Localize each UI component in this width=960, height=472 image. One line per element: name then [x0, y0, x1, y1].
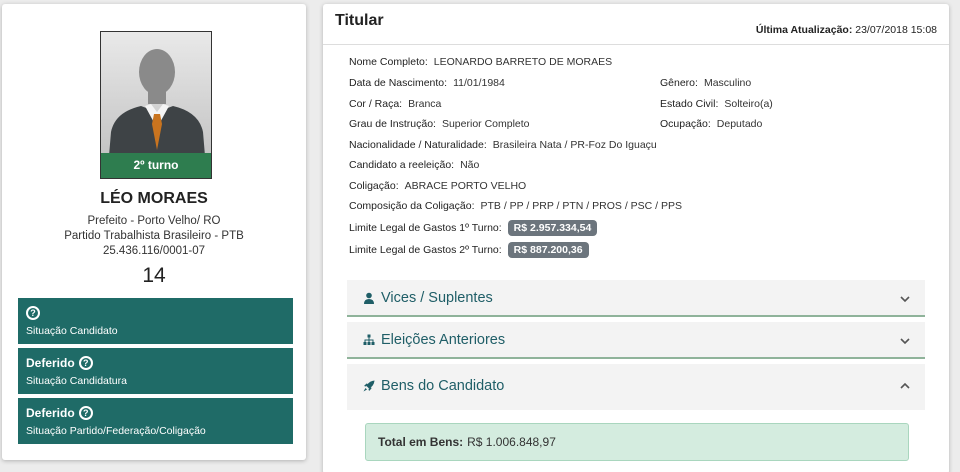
- chevron-down-icon[interactable]: [899, 293, 911, 305]
- accordion-label: Eleições Anteriores: [381, 332, 506, 348]
- accordion-header: Bens do Candidato: [363, 378, 504, 394]
- status-situacao-candidatura: Deferido ? Situação Candidatura: [18, 348, 293, 394]
- field-cor: Cor / Raça: Branca: [349, 98, 441, 110]
- candidate-cnpj: 25.436.116/0001-07: [102, 245, 206, 257]
- field-label: Composição da Coligação:: [349, 200, 475, 212]
- field-value: ABRACE PORTO VELHO: [404, 180, 527, 192]
- status-title: Deferido: [26, 356, 75, 370]
- accordion-header: Eleições Anteriores: [363, 332, 505, 348]
- field-value: LEONARDO BARRETO DE MORAES: [433, 56, 613, 68]
- last-update-value: 23/07/2018 15:08: [855, 24, 937, 36]
- field-value: Deputado: [716, 118, 763, 130]
- status-situacao-candidato: ? Situação Candidato: [18, 298, 293, 344]
- field-coligacao: Coligação: ABRACE PORTO VELHO: [349, 180, 526, 192]
- candidate-photo: 2º turno: [100, 31, 212, 179]
- total-bens-value: R$ 1.006.848,97: [467, 435, 556, 449]
- chevron-down-icon[interactable]: [899, 335, 911, 347]
- field-label: Nome Completo:: [349, 56, 428, 68]
- field-label: Gênero:: [660, 77, 698, 89]
- field-label: Coligação:: [349, 180, 399, 192]
- last-update-label: Última Atualização:: [755, 24, 853, 36]
- field-value: 11/01/1984: [453, 77, 505, 89]
- field-limite-2-turno: Limite Legal de Gastos 2º Turno: R$ 887.2…: [349, 242, 589, 258]
- field-genero: Gênero: Masculino: [660, 77, 751, 89]
- last-update: Última Atualização: 23/07/2018 15:08: [756, 24, 937, 36]
- field-ocupacao: Ocupação: Deputado: [660, 118, 762, 130]
- status-situacao-partido: Deferido ? Situação Partido/Federação/Co…: [18, 398, 293, 444]
- field-value: Brasileira Nata / PR-Foz Do Iguaçu: [492, 139, 657, 151]
- field-estado-civil: Estado Civil: Solteiro(a): [660, 98, 773, 110]
- turno-badge: 2º turno: [101, 153, 211, 178]
- field-instrucao: Grau de Instrução: Superior Completo: [349, 118, 530, 130]
- field-label: Limite Legal de Gastos 2º Turno:: [349, 244, 502, 256]
- field-label: Grau de Instrução:: [349, 118, 436, 130]
- accordion-header: Vices / Suplentes: [363, 290, 493, 306]
- field-label: Ocupação:: [660, 118, 711, 130]
- titular-card: Titular Última Atualização: 23/07/2018 1…: [323, 4, 949, 472]
- money-badge: R$ 2.957.334,54: [507, 220, 598, 236]
- accordion-bens[interactable]: Bens do Candidato: [347, 364, 925, 410]
- field-composicao: Composição da Coligação: PTB / PP / PRP /…: [349, 200, 682, 212]
- field-label: Nacionalidade / Naturalidade:: [349, 139, 487, 151]
- accordion-eleicoes-anteriores[interactable]: Eleições Anteriores: [347, 322, 925, 359]
- field-limite-1-turno: Limite Legal de Gastos 1º Turno: R$ 2.957…: [349, 220, 598, 236]
- field-nascimento: Data de Nascimento: 11/01/1984: [349, 77, 505, 89]
- help-icon[interactable]: ?: [26, 306, 40, 320]
- status-subtitle: Situação Candidato: [26, 325, 118, 337]
- section-title: Titular: [335, 12, 384, 29]
- candidate-name: LÉO MORAES: [100, 190, 208, 207]
- total-bens-label: Total em Bens:: [378, 435, 464, 449]
- divider: [323, 44, 949, 45]
- rocket-icon: [363, 380, 375, 392]
- field-value: PTB / PP / PRP / PTN / PROS / PSC / PPS: [480, 200, 683, 212]
- accordion-vices[interactable]: Vices / Suplentes: [347, 280, 925, 317]
- field-label: Limite Legal de Gastos 1º Turno:: [349, 222, 502, 234]
- field-label: Cor / Raça:: [349, 98, 403, 110]
- accordion-label: Bens do Candidato: [381, 378, 505, 394]
- status-title: Deferido: [26, 406, 75, 420]
- help-icon[interactable]: ?: [78, 406, 93, 420]
- money-badge: R$ 887.200,36: [507, 242, 589, 258]
- candidate-party: Partido Trabalhista Brasileiro - PTB: [64, 230, 244, 242]
- field-nacionalidade: Nacionalidade / Naturalidade: Brasileira …: [349, 139, 657, 151]
- field-label: Data de Nascimento:: [349, 77, 448, 89]
- sitemap-icon: [363, 334, 375, 345]
- field-label: Estado Civil:: [660, 98, 719, 110]
- field-value: Masculino: [703, 77, 752, 89]
- candidate-card: 2º turno LÉO MORAES Prefeito - Porto Vel…: [2, 4, 306, 460]
- field-value: Branca: [408, 98, 442, 110]
- field-reeleicao: Candidato a reeleição: Não: [349, 159, 479, 171]
- field-nome: Nome Completo: LEONARDO BARRETO DE MORAES: [349, 56, 612, 68]
- person-icon: [364, 292, 374, 304]
- total-bens-box: Total em Bens: R$ 1.006.848,97: [365, 423, 909, 461]
- field-value: Superior Completo: [441, 118, 530, 130]
- status-subtitle: Situação Candidatura: [26, 375, 127, 387]
- chevron-up-icon[interactable]: [899, 380, 911, 392]
- field-label: Candidato a reeleição:: [349, 159, 455, 171]
- candidate-number: 14: [142, 264, 166, 287]
- field-value: Solteiro(a): [724, 98, 773, 110]
- field-value: Não: [460, 159, 480, 171]
- accordion-label: Vices / Suplentes: [381, 290, 493, 306]
- status-subtitle: Situação Partido/Federação/Coligação: [26, 425, 206, 437]
- help-icon[interactable]: ?: [78, 356, 93, 370]
- candidate-office: Prefeito - Porto Velho/ RO: [87, 215, 221, 227]
